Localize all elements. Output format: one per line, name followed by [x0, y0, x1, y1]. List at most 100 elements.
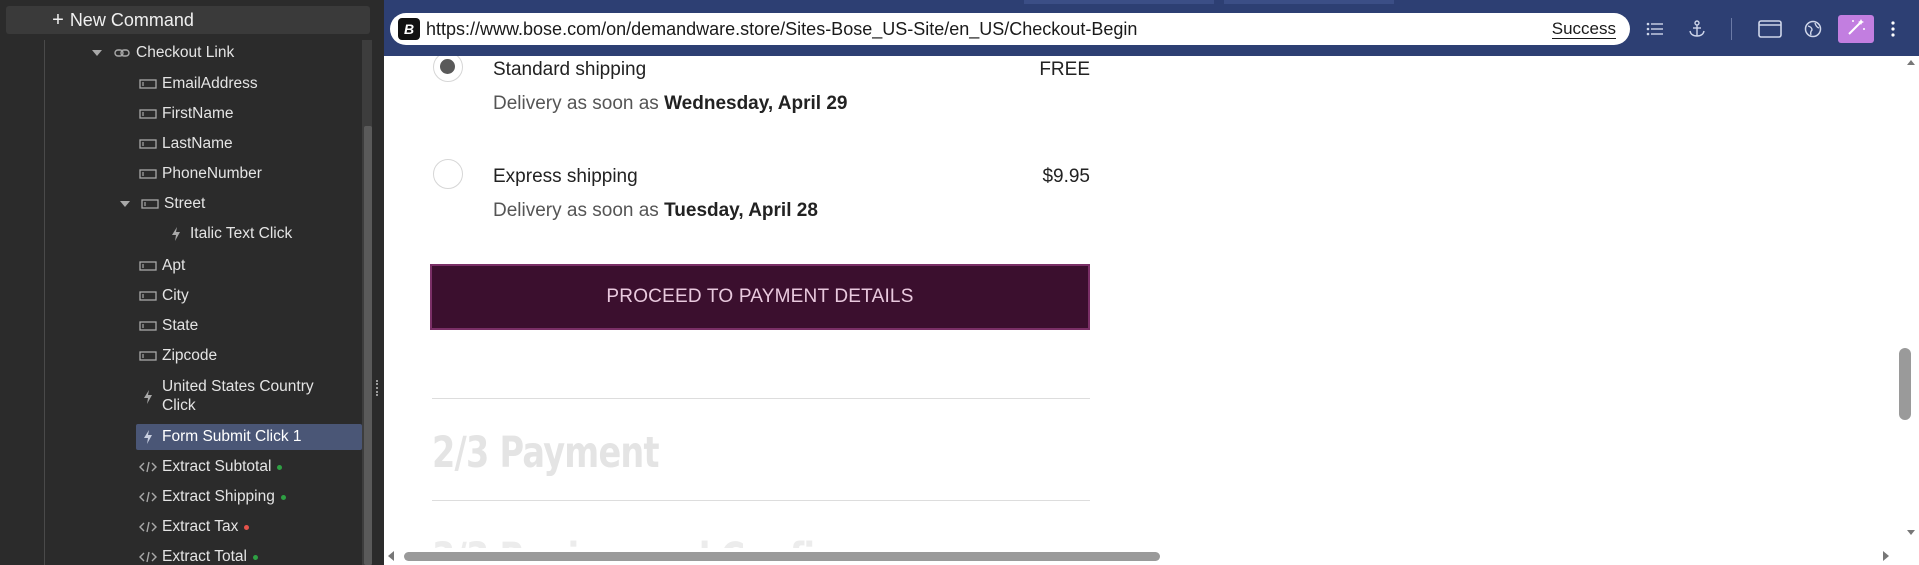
magic-wand-button[interactable]: [1838, 15, 1874, 43]
proceed-to-payment-button[interactable]: PROCEED TO PAYMENT DETAILS: [430, 264, 1090, 330]
tree-item-form-submit-click-1[interactable]: Form Submit Click 1: [136, 424, 362, 450]
page-vertical-scrollbar[interactable]: [1903, 56, 1919, 548]
tab-indicator: [1024, 0, 1214, 4]
input-field-icon: [138, 258, 158, 274]
tree-item-emailaddress[interactable]: EmailAddress: [138, 71, 258, 97]
tree-item-checkout-link[interactable]: Checkout Link: [92, 40, 234, 66]
status-dot-success: [253, 554, 259, 560]
new-command-button[interactable]: + New Command: [6, 6, 370, 34]
scroll-left-arrow-icon[interactable]: [388, 551, 394, 561]
chevron-down-icon[interactable]: [120, 201, 130, 207]
plus-icon: +: [52, 9, 64, 31]
tree-item-label: Italic Text Click: [190, 225, 293, 242]
tree-item-zipcode[interactable]: Zipcode: [138, 343, 217, 369]
status-dot-success: [277, 464, 283, 470]
delivery-prefix: Delivery as soon as: [493, 200, 659, 221]
browser-toolbar: B https://www.bose.com/on/demandware.sto…: [384, 0, 1919, 56]
payment-section-heading[interactable]: 2/3 Payment: [432, 428, 660, 478]
input-field-icon: [138, 106, 158, 122]
status-dot-error: [244, 524, 250, 530]
more-icon[interactable]: [1886, 18, 1900, 40]
tree-item-label: PhoneNumber: [162, 165, 262, 182]
link-icon: [112, 45, 132, 61]
tree-item-label: Form Submit Click 1: [162, 428, 302, 445]
tree-item-italic-text-click[interactable]: Italic Text Click: [166, 221, 292, 247]
bolt-icon: [138, 389, 158, 405]
tab-indicator: [1224, 0, 1394, 4]
input-field-icon: [138, 318, 158, 334]
standard-shipping-radio[interactable]: [433, 56, 463, 82]
tree-item-extract-subtotal[interactable]: Extract Subtotal: [138, 454, 283, 480]
input-field-icon: [138, 166, 158, 182]
tree-item-extract-shipping[interactable]: Extract Shipping: [138, 484, 286, 510]
window-icon[interactable]: [1757, 18, 1783, 40]
tree-item-label: Zipcode: [162, 347, 218, 364]
tree-item-phonenumber[interactable]: PhoneNumber: [138, 161, 262, 187]
tree-item-extract-tax[interactable]: Extract Tax: [138, 514, 250, 540]
input-field-icon: [140, 196, 160, 212]
express-shipping-price: $9.95: [1042, 166, 1090, 187]
input-field-icon: [138, 136, 158, 152]
address-bar[interactable]: B https://www.bose.com/on/demandware.sto…: [390, 13, 1630, 45]
code-icon: [138, 459, 158, 475]
status-link[interactable]: Success: [1551, 19, 1616, 39]
tree-item-city[interactable]: City: [138, 283, 189, 309]
tree-item-label: Apt: [162, 257, 186, 274]
tree-item-label: State: [162, 317, 199, 334]
sidebar-scrollbar-thumb[interactable]: [364, 126, 372, 565]
section-divider: [432, 398, 1090, 399]
bolt-icon: [166, 226, 186, 242]
new-command-label: New Command: [69, 9, 194, 30]
tree-item-lastname[interactable]: LastName: [138, 131, 233, 157]
input-field-icon: [138, 76, 158, 92]
tree-item-extract-total[interactable]: Extract Total: [138, 544, 259, 565]
code-icon: [138, 489, 158, 505]
express-shipping-title: Express shipping: [493, 166, 638, 187]
tree-item-label: Extract Tax: [162, 518, 239, 535]
tree-item-street[interactable]: Street: [120, 191, 205, 217]
scroll-right-arrow-icon[interactable]: [1883, 551, 1889, 561]
magic-wand-icon: [1846, 18, 1866, 41]
scroll-down-arrow-icon[interactable]: [1907, 530, 1915, 535]
delivery-date: Tuesday, April 28: [664, 200, 818, 221]
tree-item-label: EmailAddress: [162, 75, 258, 92]
app-window: + New Command Checkout Link EmailAddress…: [0, 0, 1919, 565]
tree-item-label: FirstName: [162, 105, 234, 122]
code-icon: [138, 549, 158, 565]
horizontal-scrollbar-thumb[interactable]: [404, 552, 1160, 561]
tree-item-firstname[interactable]: FirstName: [138, 101, 233, 127]
tree-item-united-states-country-click[interactable]: United States Country Click: [138, 377, 314, 417]
chevron-down-icon[interactable]: [92, 50, 102, 56]
tree-item-state[interactable]: State: [138, 313, 198, 339]
tree-item-label: LastName: [162, 135, 233, 152]
input-field-icon: [138, 288, 158, 304]
toolbar-separator: [1731, 18, 1732, 40]
globe-icon[interactable]: [1802, 18, 1824, 40]
tree-item-label-group: United States Country Click: [162, 377, 314, 415]
vertical-scrollbar-thumb[interactable]: [1899, 348, 1911, 420]
resize-handle-icon[interactable]: [376, 380, 378, 396]
code-icon: [138, 519, 158, 535]
express-shipping-radio[interactable]: [433, 159, 463, 189]
tree-item-label: Checkout Link: [136, 44, 235, 61]
anchor-icon[interactable]: [1686, 18, 1708, 40]
express-shipping-delivery: Delivery as soon as Tuesday, April 28: [493, 200, 818, 222]
scroll-up-arrow-icon[interactable]: [1907, 60, 1915, 65]
command-sidebar: + New Command Checkout Link EmailAddress…: [0, 0, 372, 565]
tree-item-label-line2: Click: [162, 397, 196, 414]
standard-shipping-title: Standard shipping: [493, 59, 647, 80]
section-divider: [432, 500, 1090, 501]
tree-item-label: United States Country: [162, 378, 314, 395]
browser-panel: B https://www.bose.com/on/demandware.sto…: [384, 0, 1919, 565]
web-page-content: Standard shipping FREE Delivery as soon …: [384, 56, 1903, 548]
panel-divider[interactable]: [372, 0, 384, 565]
review-section-heading[interactable]: 3/3 Review and Confirm: [432, 534, 865, 548]
tree-item-label: Extract Subtotal: [162, 458, 272, 475]
url-text[interactable]: https://www.bose.com/on/demandware.store…: [426, 19, 1552, 40]
list-icon[interactable]: [1644, 18, 1666, 40]
tree-item-apt[interactable]: Apt: [138, 253, 185, 279]
tree-item-label: Extract Shipping: [162, 488, 275, 505]
delivery-date: Wednesday, April 29: [664, 93, 848, 114]
input-field-icon: [138, 348, 158, 364]
tree-item-label: Street: [164, 195, 206, 212]
